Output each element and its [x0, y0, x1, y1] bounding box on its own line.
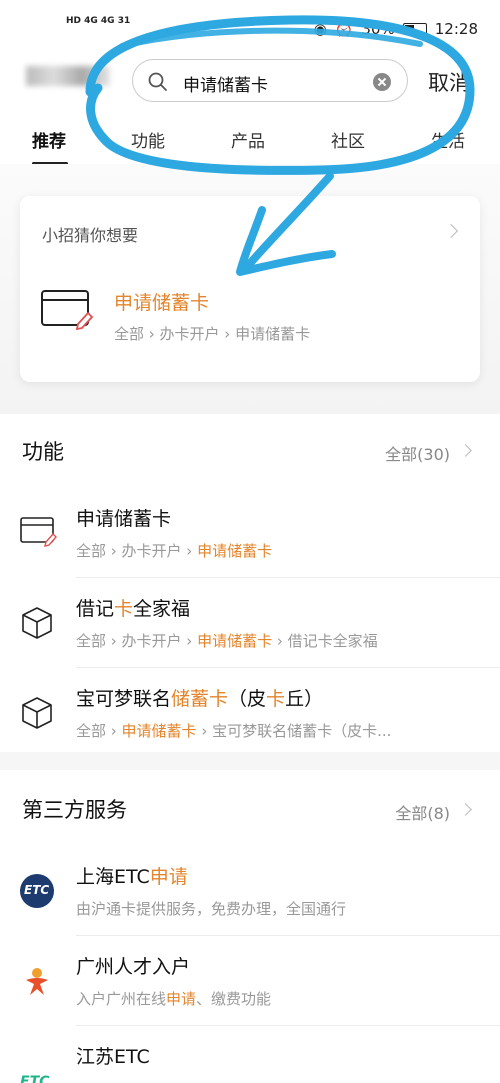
category-tabs: 推荐 功能 产品 社区 生活 — [0, 124, 500, 165]
chevron-right-icon[interactable] — [459, 444, 472, 457]
tab-community[interactable]: 社区 — [331, 127, 365, 152]
tab-recommend[interactable]: 推荐 — [32, 127, 66, 152]
functions-section: 功能 全部(30) 申请储蓄卡 全部 › 办卡开户 › 申请储蓄卡 借记卡全家福… — [0, 414, 500, 784]
search-header: 申请储蓄卡 取消 推荐 功能 产品 社区 生活 — [0, 54, 500, 165]
function-name: 借记卡全家福 — [76, 598, 191, 620]
function-row[interactable]: 借记卡全家福 全部 › 办卡开户 › 申请储蓄卡 › 借记卡全家福 — [0, 578, 500, 668]
function-path: 全部 › 办卡开户 › 申请储蓄卡 › 借记卡全家福 — [76, 632, 378, 650]
search-icon — [148, 72, 167, 91]
suggestion-card[interactable]: 小招猜你想要 申请储蓄卡 全部 › 办卡开户 › 申请储蓄卡 — [20, 196, 480, 382]
cube-icon — [22, 697, 52, 729]
functions-title: 功能 — [22, 440, 64, 464]
cancel-button[interactable]: 取消 — [428, 67, 470, 97]
service-desc: 由沪通卡提供服务，免费办理，全国通行 — [76, 900, 347, 918]
clock: 12:28 — [434, 20, 478, 38]
third-party-all-link[interactable]: 全部(8) — [395, 800, 450, 824]
function-row[interactable]: 宝可梦联名储蓄卡（皮卡丘） 全部 › 申请储蓄卡 › 宝可梦联名储蓄卡（皮卡..… — [0, 668, 500, 758]
functions-all-link[interactable]: 全部(30) — [385, 441, 450, 465]
service-row[interactable]: ETC 上海ETC申请 由沪通卡提供服务，免费办理，全国通行 — [0, 846, 500, 936]
function-name: 宝可梦联名储蓄卡（皮卡丘） — [76, 688, 324, 710]
search-box[interactable]: 申请储蓄卡 — [132, 59, 408, 102]
third-party-title: 第三方服务 — [22, 798, 127, 822]
suggestion-path: 全部 › 办卡开户 › 申请储蓄卡 — [114, 325, 311, 343]
card-edit-icon — [20, 517, 57, 547]
card-edit-icon — [41, 290, 94, 330]
tab-products[interactable]: 产品 — [231, 127, 265, 152]
third-party-section: 第三方服务 全部(8) ETC 上海ETC申请 由沪通卡提供服务，免费办理，全国… — [0, 770, 500, 1083]
suggestion-title: 小招猜你想要 — [42, 226, 139, 245]
person-logo-icon — [26, 968, 48, 995]
eye-icon: ◉ — [313, 20, 327, 38]
suggestion-name: 申请储蓄卡 — [114, 292, 210, 314]
function-path: 全部 › 申请储蓄卡 › 宝可梦联名储蓄卡（皮卡... — [76, 722, 392, 740]
signal-info: HD 4G 4G 31 — [66, 16, 131, 26]
cube-icon — [22, 607, 52, 639]
chevron-right-icon[interactable] — [443, 223, 459, 239]
service-row[interactable]: ETC 江苏ETC — [0, 1026, 500, 1083]
tab-functions[interactable]: 功能 — [131, 127, 165, 152]
function-path: 全部 › 办卡开户 › 申请储蓄卡 — [76, 542, 273, 560]
battery-text: 30% — [361, 20, 395, 38]
battery-icon — [402, 23, 427, 35]
section-gap — [0, 752, 500, 770]
service-row[interactable]: 广州人才入户 入户广州在线申请、缴费功能 — [0, 936, 500, 1026]
service-name: 上海ETC申请 — [76, 866, 188, 888]
etc-logo-icon: ETC — [20, 874, 54, 908]
search-input[interactable]: 申请储蓄卡 — [183, 71, 268, 96]
service-name: 广州人才入户 — [76, 956, 191, 978]
service-name: 江苏ETC — [76, 1046, 150, 1068]
chevron-right-icon[interactable] — [459, 803, 472, 816]
function-name: 申请储蓄卡 — [76, 508, 172, 530]
service-desc: 入户广州在线申请、缴费功能 — [76, 990, 272, 1008]
etc-logo-icon: ETC — [20, 1074, 50, 1083]
tab-life[interactable]: 生活 — [431, 127, 465, 152]
function-row[interactable]: 申请储蓄卡 全部 › 办卡开户 › 申请储蓄卡 — [0, 488, 500, 578]
clear-icon[interactable] — [373, 73, 391, 91]
alarm-icon: ⏰ — [334, 20, 354, 38]
blurred-back-area[interactable] — [26, 66, 110, 86]
status-bar: HD 4G 4G 31 ◉ ⏰ 30% 12:28 — [0, 0, 500, 54]
